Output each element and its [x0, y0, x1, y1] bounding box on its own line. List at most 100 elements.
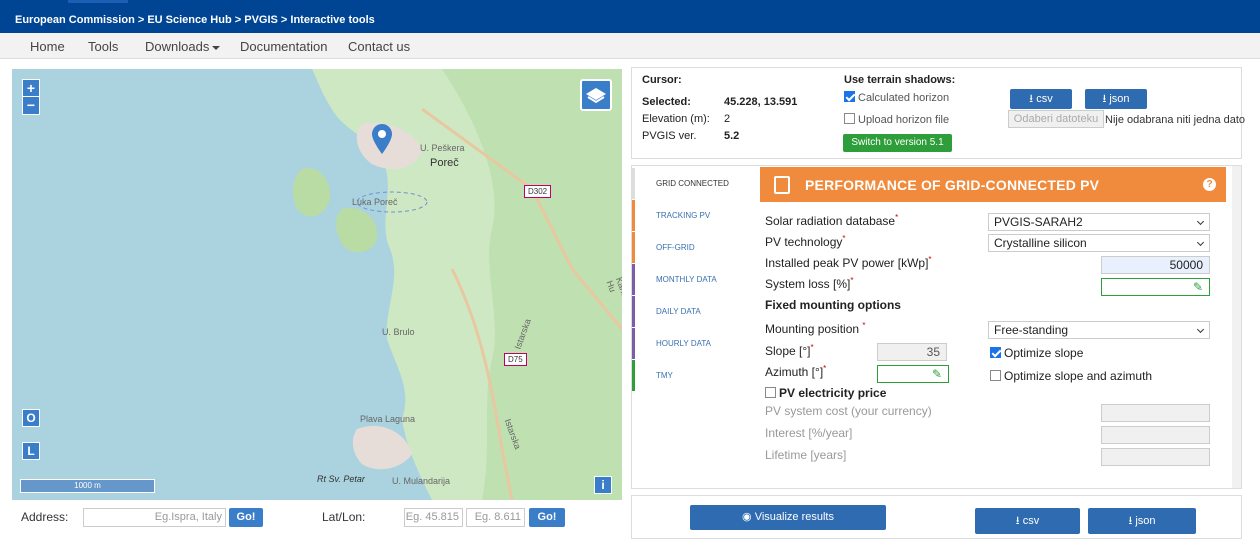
map-info-button[interactable]: i — [594, 476, 612, 494]
tech-select[interactable]: Crystalline silicon — [988, 234, 1210, 252]
calc-horizon-label: Calculated horizon — [858, 92, 950, 104]
required-marker: * — [895, 213, 899, 222]
cost-input[interactable] — [1101, 404, 1210, 422]
map-o-button[interactable]: O — [22, 409, 40, 427]
horizon-json-button[interactable]: ⭳ json — [1085, 89, 1147, 109]
download-icon: ⭳ — [1015, 515, 1023, 527]
switch-version-button[interactable]: Switch to version 5.1 — [843, 134, 952, 152]
power-label: Installed peak PV power [kWp]* — [765, 255, 932, 270]
db-label: Solar radiation database* — [765, 213, 898, 228]
opt-both-checkbox[interactable] — [990, 370, 1001, 381]
tab-tmy[interactable]: TMY — [632, 360, 744, 391]
map-label-brulo: U. Brulo — [382, 327, 415, 337]
eye-icon: ◉ — [742, 511, 755, 523]
power-input[interactable]: 50000 — [1101, 256, 1210, 274]
map-view[interactable]: + − U. Peškera Poreč Luka Poreč D302 Kar… — [12, 69, 622, 500]
lon-input[interactable]: Eg. 8.611 — [466, 508, 525, 527]
calc-horizon-checkbox[interactable] — [844, 91, 855, 102]
tab-label: MONTHLY DATA — [656, 275, 717, 284]
calculator-icon — [774, 176, 790, 194]
selected-value: 45.228, 13.591 — [724, 96, 798, 108]
opt-both-option[interactable]: Optimize slope and azimuth — [990, 369, 1152, 383]
tab-monthly-data[interactable]: MONTHLY DATA — [632, 264, 744, 295]
required-marker: * — [862, 321, 866, 330]
pvgis-version-value: 5.2 — [724, 130, 740, 142]
upload-horizon-label: Upload horizon file — [858, 114, 950, 126]
fixed-mounting-title: Fixed mounting options — [765, 298, 901, 312]
lifetime-input[interactable] — [1101, 448, 1210, 466]
tab-daily-data[interactable]: DAILY DATA — [632, 296, 744, 327]
opt-slope-option[interactable]: Optimize slope — [990, 346, 1083, 360]
cursor-label: Cursor: — [642, 74, 682, 86]
site-header: European Commission > EU Science Hub > P… — [0, 0, 1260, 33]
visualize-results-button[interactable]: ◉ Visualize results — [690, 505, 886, 530]
results-json-label: json — [1135, 515, 1156, 527]
upload-horizon-checkbox[interactable] — [844, 113, 855, 124]
zoom-in-button[interactable]: + — [23, 80, 39, 97]
layers-button[interactable] — [580, 79, 612, 111]
mount-select[interactable]: Free-standing — [988, 321, 1210, 339]
cost-label: PV system cost (your currency) — [765, 404, 932, 418]
tech-label: PV technology* — [765, 234, 846, 249]
results-json-button[interactable]: ⭳ json — [1088, 508, 1196, 534]
nav-contact[interactable]: Contact us — [348, 39, 410, 54]
lat-input[interactable]: Eg. 45.815 — [404, 508, 463, 527]
latlon-go-button[interactable]: Go! — [529, 508, 565, 527]
nav-tools[interactable]: Tools — [88, 39, 118, 54]
nav-documentation[interactable]: Documentation — [240, 39, 327, 54]
visualize-label: Visualize results — [754, 511, 834, 523]
map-pin-icon[interactable] — [372, 124, 392, 154]
breadcrumb[interactable]: European Commission > EU Science Hub > P… — [15, 14, 375, 26]
upload-horizon-option[interactable]: Upload horizon file — [844, 113, 949, 126]
header-accent — [68, 0, 128, 3]
azimuth-input[interactable]: ✎ — [877, 365, 949, 383]
address-go-button[interactable]: Go! — [229, 508, 263, 527]
road-d302: D302 — [524, 185, 552, 198]
map-label-peskera: U. Peškera — [420, 143, 465, 153]
opt-both-label: Optimize slope and azimuth — [1004, 369, 1153, 383]
tab-hourly-data[interactable]: HOURLY DATA — [632, 328, 744, 359]
horizon-json-label: json — [1109, 93, 1130, 105]
map-l-button[interactable]: L — [22, 442, 40, 460]
zoom-out-button[interactable]: − — [23, 97, 39, 114]
slope-label: Slope [°]* — [765, 343, 814, 358]
price-checkbox[interactable] — [765, 387, 776, 398]
address-input[interactable]: Eg.Ispra, Italy — [83, 508, 226, 527]
elevation-label: Elevation (m): — [642, 113, 710, 125]
opt-slope-checkbox[interactable] — [990, 347, 1001, 358]
horizon-csv-label: csv — [1036, 93, 1053, 105]
help-icon[interactable]: ? — [1203, 178, 1216, 191]
map-background — [292, 69, 622, 500]
interest-input[interactable] — [1101, 426, 1210, 444]
power-label-text: Installed peak PV power [kWp] — [765, 256, 929, 270]
edit-pencil-icon: ✎ — [1192, 280, 1203, 294]
map-scale: 1000 m — [20, 479, 155, 493]
selected-label: Selected: — [642, 96, 691, 108]
db-label-text: Solar radiation database — [765, 214, 896, 228]
tab-off-grid[interactable]: OFF-GRID — [632, 232, 744, 263]
location-search-bar: Address: Eg.Ispra, Italy Go! Lat/Lon: Eg… — [0, 506, 630, 530]
price-option[interactable]: PV electricity price — [765, 386, 886, 400]
loss-input[interactable]: ✎ — [1101, 278, 1210, 296]
choose-file-button[interactable]: Odaberi datoteku — [1008, 110, 1104, 128]
road-d75: D75 — [504, 353, 527, 366]
panel-scrollbar[interactable] — [1232, 166, 1241, 488]
tab-grid-connected[interactable]: GRID CONNECTED — [632, 168, 744, 199]
slope-input[interactable]: 35 — [877, 343, 947, 361]
tab-tracking-pv[interactable]: TRACKING PV — [632, 200, 744, 231]
required-marker: * — [842, 234, 846, 243]
required-marker: * — [823, 364, 827, 373]
calculation-panel: GRID CONNECTED TRACKING PV OFF-GRID MONT… — [631, 165, 1242, 489]
db-select[interactable]: PVGIS-SARAH2 — [988, 213, 1210, 231]
chevron-down-icon — [1196, 325, 1205, 334]
nav-downloads[interactable]: Downloads — [145, 39, 221, 54]
loss-label-text: System loss [%] — [765, 277, 851, 291]
results-csv-button[interactable]: ⭳ csv — [975, 508, 1080, 534]
horizon-csv-button[interactable]: ⭳ csv — [1010, 89, 1072, 109]
tech-label-text: PV technology — [765, 235, 843, 249]
nav-home[interactable]: Home — [30, 39, 65, 54]
loss-label: System loss [%]* — [765, 276, 853, 291]
layers-icon — [586, 88, 606, 104]
calc-horizon-option[interactable]: Calculated horizon — [844, 91, 949, 104]
required-marker: * — [928, 255, 932, 264]
